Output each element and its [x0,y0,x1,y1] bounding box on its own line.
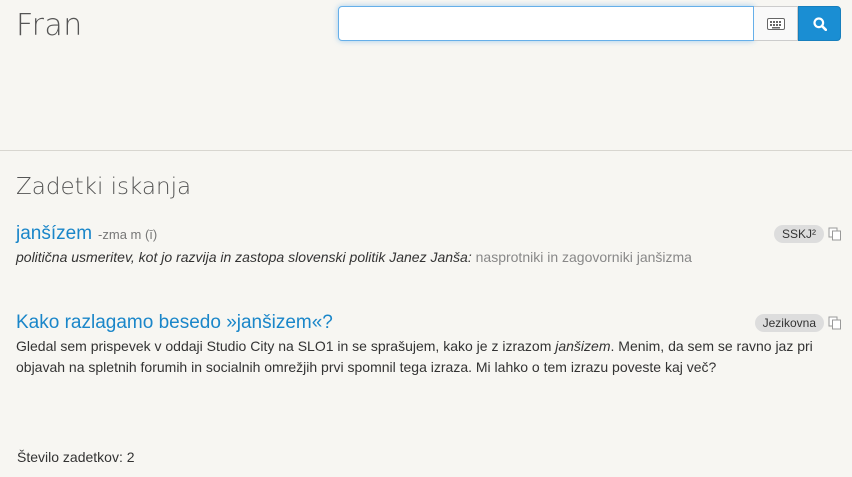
example-text: nasprotniki in zagovorniki janšizma [475,249,692,265]
grammar-info: -zma m (ī) [98,227,158,242]
results-title: Zadetki iskanja [16,174,192,200]
copy-icon[interactable] [828,316,842,330]
keyboard-icon [766,17,785,30]
search-button[interactable] [798,6,841,41]
search-input[interactable] [338,6,754,41]
copy-icon[interactable] [828,227,842,241]
result-title-link[interactable]: Kako razlagamo besedo »janšizem«? [16,312,333,334]
site-logo[interactable]: Fran [16,8,83,43]
highlighted-term: janšizem [555,338,611,354]
search-icon [812,16,827,31]
result-item: Kako razlagamo besedo »janšizem«? Jeziko… [16,312,842,378]
result-snippet: Gledal sem prispevek v oddaji Studio Cit… [16,338,813,375]
result-headword-link[interactable]: janšízem [16,223,92,245]
source-badge[interactable]: Jezikovna [754,314,824,332]
result-count: Število zadetkov: 2 [17,449,135,465]
header: Fran [0,0,852,151]
source-badge[interactable]: SSKJ² [773,225,824,243]
keyboard-button[interactable] [754,6,798,41]
result-item: janšízem -zma m (ī) SSKJ² politična usme… [16,223,842,268]
definition-text: politična usmeritev, kot jo razvija in z… [16,249,472,265]
